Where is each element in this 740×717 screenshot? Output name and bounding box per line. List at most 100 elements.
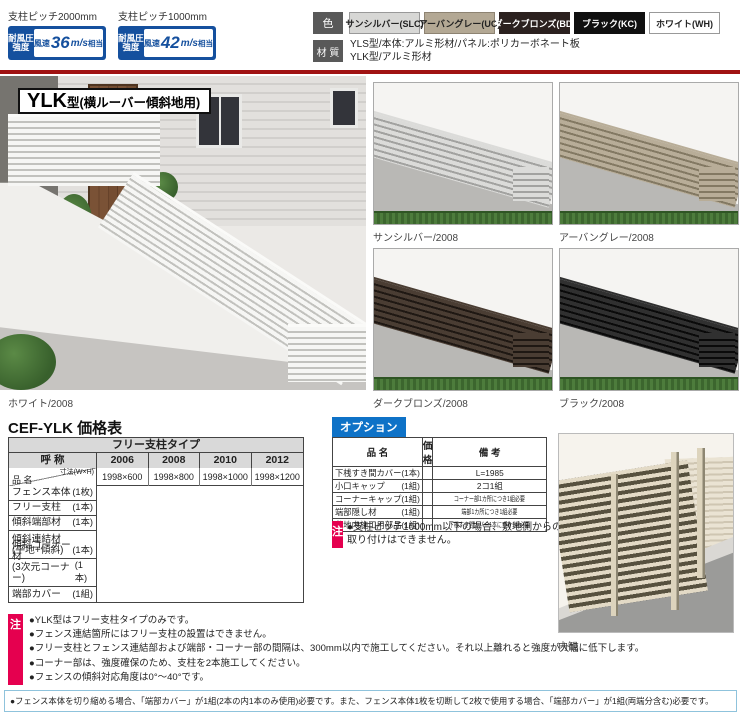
fence-panel-end <box>288 324 366 382</box>
item-label-column: フェンス本体 (1枚) フリー支柱 (1本) 傾斜端部材 (1本) 傾斜連結材(… <box>9 486 97 602</box>
options-header: オプション <box>332 417 406 437</box>
options-row: 小口キャップ(1組) 2コ1組 <box>333 480 547 493</box>
color-swatch-black: ブラック(KC) <box>574 12 645 34</box>
dim-cell: 1998×1200 <box>252 468 304 486</box>
grass-strip-shape <box>374 211 552 224</box>
footer-note-box: ●フェンス本体を切り縮める場合、「端部カバー」が1組(2本の内1本のみ使用)必要… <box>4 690 737 712</box>
color-row-label: 色 <box>313 12 343 34</box>
thumb-caption-darkbronze: ダークブロンズ/2008 <box>373 395 468 410</box>
note-list: ●YLK型はフリー支柱タイプのみです。 ●フェンス連結箇所にはフリー支柱の設置は… <box>29 614 644 685</box>
pitch-label: 支柱ピッチ1000mm <box>118 8 218 23</box>
dim-cell: 1998×1000 <box>200 468 252 486</box>
item-axis-label: 品 名 <box>12 475 33 486</box>
note-item: ●フェンスの傾斜対応角度は0°〜40°です。 <box>29 671 644 685</box>
grass-strip-shape <box>560 377 738 390</box>
fence-end-shape <box>513 167 549 201</box>
table-row: 端部カバー (1組) <box>9 587 96 602</box>
wind-speed-value: 風速 42 m/s 相当 <box>144 29 213 57</box>
thumb-caption-black: ブラック/2008 <box>559 395 624 410</box>
fence-end-shape <box>699 167 735 201</box>
main-photo-caption: ホワイト/2008 <box>8 395 73 410</box>
col-header-price: 価 格 <box>422 438 433 467</box>
grass-strip-shape <box>374 377 552 390</box>
table-row: 傾斜コーナー材(3次元コーナー) (1本) <box>9 559 96 587</box>
note-item: ●フェンス連結箇所にはフリー支柱の設置はできません。 <box>29 628 644 642</box>
pitch-label: 支柱ピッチ2000mm <box>8 8 108 23</box>
col-header-name: 品 名 <box>333 438 423 467</box>
color-swatch-white: ホワイト(WH) <box>649 12 720 34</box>
thumb-photo-urbangray <box>559 82 739 225</box>
price-cell <box>422 506 433 519</box>
options-table: 品 名 価 格 備 考 下桟すき間カバー(1本) L=1985 小口キャップ(1… <box>332 437 547 532</box>
fence-end-shape <box>699 333 735 367</box>
interior-view-photo <box>558 433 734 633</box>
wind-spec-badge-1000: 支柱ピッチ1000mm 耐風圧 強度 風速 42 m/s 相当 <box>118 8 218 60</box>
price-cell <box>422 467 433 480</box>
thumb-caption-urbangray: アーバングレー/2008 <box>559 229 654 244</box>
material-spec-text: YLS型/本体:アルミ形材/パネル:ポリカーボネート板 YLK型/アルミ形材 <box>350 39 580 64</box>
color-swatch-row: サンシルバー(SLC) アーバングレー(UC) ダークブロンズ(BD) ブラック… <box>349 12 720 34</box>
wind-speed-value: 風速 36 m/s 相当 <box>34 29 103 57</box>
material-row-label: 材 質 <box>313 40 343 62</box>
price-cell <box>422 493 433 506</box>
dim-axis-label: 寸法(W×H) <box>60 468 94 477</box>
series-name: YLK <box>27 90 67 113</box>
thumb-caption-sunsilver: サンシルバー/2008 <box>373 229 458 244</box>
grass-strip-shape <box>560 211 738 224</box>
price-table-body: フェンス本体 (1枚) フリー支柱 (1本) 傾斜端部材 (1本) 傾斜連結材(… <box>9 486 303 602</box>
dimension-row: 寸法(W×H) 品 名 1998×600 1998×800 1998×1000 … <box>9 468 303 486</box>
section-divider-rule <box>0 70 740 74</box>
window-shape <box>330 88 358 128</box>
thumb-photo-darkbronze <box>373 248 553 391</box>
wind-strength-label: 耐風圧 強度 <box>8 26 34 60</box>
fence-post-shape <box>697 448 705 578</box>
thumb-photo-black <box>559 248 739 391</box>
options-note-text: ●支柱ピッチ1000mm以下の場合、敷地側からの 取り付けはできません。 <box>347 521 562 548</box>
size-cell: 2008 <box>149 453 201 468</box>
strength-line2: 強度 <box>12 43 29 53</box>
color-swatch-darkbronze: ダークブロンズ(BD) <box>499 12 570 34</box>
wind-strength-label: 耐風圧 強度 <box>118 26 144 60</box>
wind-spec-badge-2000: 支柱ピッチ2000mm 耐風圧 強度 風速 36 m/s 相当 <box>8 8 108 60</box>
note-tag: 注 <box>332 521 343 548</box>
price-cell <box>422 480 433 493</box>
col-header-remark: 備 考 <box>433 438 547 467</box>
material-line-ylk: YLK型/アルミ形材 <box>350 52 580 65</box>
dim-cell: 1998×800 <box>149 468 201 486</box>
wind-badge-box: 耐風圧 強度 風速 36 m/s 相当 <box>8 26 106 60</box>
fence-post-shape <box>611 474 618 616</box>
color-swatch-sunsilver: サンシルバー(SLC) <box>349 12 420 34</box>
series-description: 型(横ルーバー傾斜地用) <box>67 92 200 111</box>
call-header-cell: 呼 称 <box>9 453 97 468</box>
catalog-page: 支柱ピッチ2000mm 耐風圧 強度 風速 36 m/s 相当 支柱ピッチ100… <box>0 0 740 717</box>
diagonal-header-cell: 寸法(W×H) 品 名 <box>9 468 97 486</box>
size-cell: 2010 <box>200 453 252 468</box>
size-cell: 2012 <box>252 453 304 468</box>
table-row: 傾斜端部材 (1本) <box>9 516 96 531</box>
options-row: 下桟すき間カバー(1本) L=1985 <box>333 467 547 480</box>
options-note: 注 ●支柱ピッチ1000mm以下の場合、敷地側からの 取り付けはできません。 <box>332 521 556 548</box>
price-table-title: CEF-YLK 価格表 <box>8 417 122 438</box>
size-cell: 2006 <box>97 453 149 468</box>
louver-panel-shape <box>558 460 708 612</box>
dim-cell: 1998×600 <box>97 468 149 486</box>
size-header-row: 呼 称 2006 2008 2010 2012 <box>9 453 303 468</box>
note-tag: 注 <box>8 614 23 685</box>
options-row: コーナーキャップ(1組) コーナー部1カ所につき1組必要 <box>333 493 547 506</box>
interior-caption: 内観 <box>558 638 578 653</box>
material-line-yls: YLS型/本体:アルミ形材/パネル:ポリカーボネート板 <box>350 39 580 52</box>
options-header-row: 品 名 価 格 備 考 <box>333 438 547 467</box>
note-item: ●フリー支柱とフェンス連結部および端部・コーナー部の間隔は、300mm以内で施工… <box>29 642 644 656</box>
note-item: ●コーナー部は、強度確保のため、支柱を2本施工してください。 <box>29 657 644 671</box>
wind-badge-box: 耐風圧 強度 風速 42 m/s 相当 <box>118 26 216 60</box>
fence-end-shape <box>513 333 549 367</box>
price-value-area <box>97 486 303 602</box>
options-row: 端部隠し材(1組) 端部1カ所につき1組必要 <box>333 506 547 519</box>
series-title-box: YLK 型(横ルーバー傾斜地用) <box>18 88 211 114</box>
note-item: ●YLK型はフリー支柱タイプのみです。 <box>29 614 644 628</box>
color-swatch-urbangray: アーバングレー(UC) <box>424 12 495 34</box>
post-type-header: フリー支柱タイプ <box>9 438 303 453</box>
fence-post-shape <box>671 452 679 610</box>
price-table: フリー支柱タイプ 呼 称 2006 2008 2010 2012 寸法(W×H)… <box>8 437 304 603</box>
thumb-photo-sunsilver <box>373 82 553 225</box>
